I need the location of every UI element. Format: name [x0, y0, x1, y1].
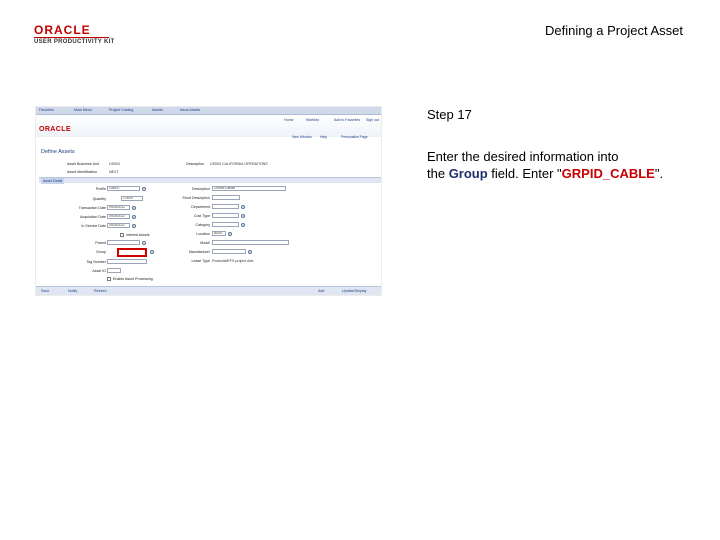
update-display-button[interactable]: Update/Display	[342, 289, 366, 293]
profile-field[interactable]: CABLE	[107, 186, 140, 191]
cost-type-field[interactable]	[212, 213, 239, 218]
description-label: Description	[186, 162, 204, 166]
nav-issue-assets[interactable]: Issue Assets	[180, 108, 200, 112]
acquisition-date-field[interactable]: 09/28/2012	[107, 214, 130, 219]
profile-label: Profile	[95, 187, 106, 191]
form-title: Define Assets	[41, 149, 75, 155]
instruction-entry-value: GRPID_CABLE	[561, 166, 655, 181]
top-navigation: Favorites Main Menu Project Costing Asse…	[36, 107, 381, 115]
acquisition-date-label: Acquisition Date	[80, 215, 106, 219]
lookup-icon[interactable]	[142, 187, 146, 191]
asset-description-field[interactable]: Control Cables	[212, 186, 286, 191]
logo-divider	[34, 37, 109, 38]
calendar-icon[interactable]	[132, 224, 136, 228]
lookup-icon[interactable]	[150, 250, 154, 254]
nav-main-menu[interactable]: Main Menu	[74, 108, 92, 112]
lease-type-label: Lease Type	[191, 259, 210, 263]
quantity-field[interactable]: 1.0000	[121, 196, 143, 201]
calendar-icon[interactable]	[132, 206, 136, 210]
calendar-icon[interactable]	[132, 215, 136, 219]
instruction-middle: field. Enter "	[487, 166, 562, 181]
bottom-toolbar: Save Notify Refresh Add Update/Display	[36, 286, 381, 295]
notify-button[interactable]: Notify	[68, 289, 77, 293]
category-field[interactable]	[212, 222, 239, 227]
quantity-label: Quantity	[92, 197, 106, 201]
instruction-text: Enter the desired information into the G…	[427, 148, 697, 182]
nav-project-costing[interactable]: Project Costing	[109, 108, 133, 112]
logo-subtitle: USER PRODUCTIVITY KIT	[34, 39, 115, 45]
link-sign-out[interactable]: Sign out	[366, 118, 379, 122]
in-service-date-field[interactable]: 09/28/2012	[107, 223, 130, 228]
group-field[interactable]	[117, 248, 147, 257]
interest-assets-checkbox[interactable]	[120, 233, 124, 237]
link-worklist[interactable]: Worklist	[306, 118, 319, 122]
parent-label: Parent	[95, 241, 106, 245]
enable-processing-checkbox[interactable]	[107, 277, 111, 281]
asset-id-field[interactable]	[107, 268, 121, 273]
location-label: Location	[196, 232, 210, 236]
instruction-line-1: Enter the desired information into	[427, 149, 619, 164]
tab-strip: Asset Detail	[39, 177, 381, 184]
model-label: Model	[200, 241, 210, 245]
lookup-icon[interactable]	[142, 241, 146, 245]
link-help[interactable]: Help	[320, 135, 327, 139]
tag-number-label: Tag Number	[86, 260, 106, 264]
tag-number-field[interactable]	[107, 259, 147, 264]
step-number: Step 17	[427, 107, 472, 122]
business-unit-value: US003	[109, 162, 120, 166]
refresh-button[interactable]: Refresh	[94, 289, 107, 293]
link-new-window[interactable]: New Window	[292, 135, 312, 139]
asset-identification-value: NEXT	[109, 170, 119, 174]
cost-type-label: Cost Type	[193, 214, 210, 218]
manufacturer-label: Manufacturer	[188, 250, 210, 254]
asset-description-label: Description	[192, 187, 210, 191]
asset-identification-label: Asset Identification	[67, 170, 98, 174]
lookup-icon[interactable]	[248, 250, 252, 254]
nav-assets[interactable]: Assets	[152, 108, 163, 112]
oracle-upk-logo: ORACLE USER PRODUCTIVITY KIT	[34, 24, 124, 46]
page-title: Defining a Project Asset	[544, 23, 683, 38]
brand-logo: ORACLE	[39, 126, 71, 133]
lease-type-value: Financial/EFS project Add	[212, 259, 254, 263]
group-label: Group	[96, 250, 106, 254]
department-field[interactable]	[212, 204, 239, 209]
lookup-icon[interactable]	[228, 232, 232, 236]
link-personalize-page[interactable]: Personalize Page	[341, 135, 368, 139]
lookup-icon[interactable]	[241, 205, 245, 209]
transaction-date-label: Transaction Date	[78, 206, 106, 210]
manufacturer-field[interactable]	[212, 249, 246, 254]
brand-bar: ORACLE Home Worklist Add to Favorites Si…	[36, 115, 381, 139]
logo-oracle-text: ORACLE	[34, 23, 91, 37]
parent-field[interactable]	[107, 240, 140, 245]
department-label: Department	[191, 205, 210, 209]
short-description-label: Short Description	[182, 196, 210, 200]
tab-asset-detail[interactable]: Asset Detail	[41, 178, 65, 184]
enable-processing-label: Enable Asset Processing	[113, 277, 153, 281]
lookup-icon[interactable]	[241, 223, 245, 227]
interest-assets-label: Interest Assets	[126, 233, 150, 237]
instruction-prefix: the	[427, 166, 449, 181]
save-button[interactable]: Save	[41, 289, 49, 293]
instruction-end: ".	[654, 166, 664, 181]
lookup-icon[interactable]	[241, 214, 245, 218]
model-field[interactable]	[212, 240, 289, 245]
link-home[interactable]: Home	[284, 118, 294, 122]
in-service-date-label: In Service Date	[81, 224, 106, 228]
transaction-date-field[interactable]: 09/28/2012	[107, 205, 130, 210]
location-field[interactable]: BASE	[212, 231, 226, 236]
application-screenshot: Favorites Main Menu Project Costing Asse…	[35, 106, 382, 296]
nav-favorites[interactable]: Favorites	[39, 108, 54, 112]
short-description-field[interactable]	[212, 195, 240, 200]
asset-id-label: Asset ID	[92, 269, 106, 273]
description-value: US003 CALIFORNIA OPERATIONS	[210, 162, 268, 166]
add-button[interactable]: Add	[318, 289, 324, 293]
instruction-field-name: Group	[448, 166, 488, 181]
category-label: Category	[195, 223, 210, 227]
link-add-to-favorites[interactable]: Add to Favorites	[334, 118, 360, 122]
business-unit-label: Asset Business Unit	[67, 162, 99, 166]
